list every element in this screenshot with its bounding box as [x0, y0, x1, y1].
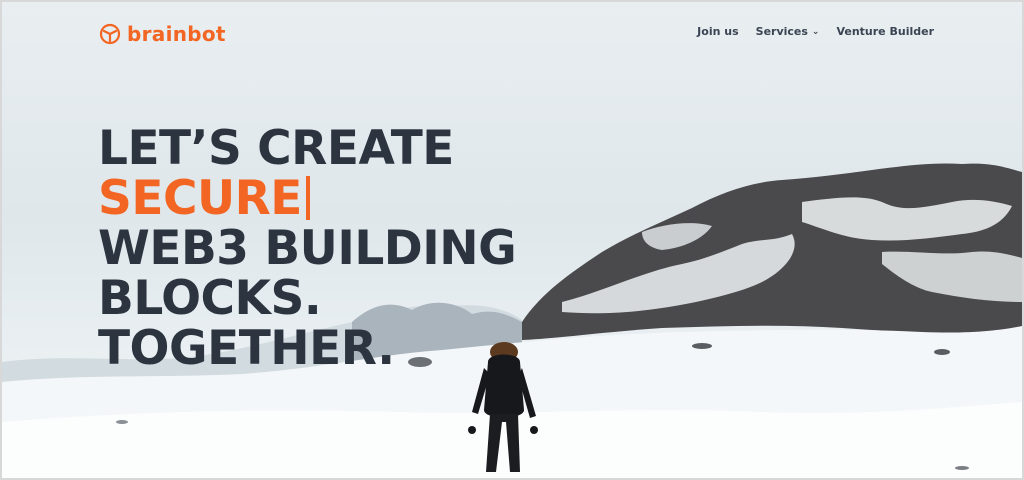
top-navigation: brainbot Join us Services ⌄ Venture Build…	[2, 2, 1022, 66]
hero-highlight-word: SECURE	[98, 171, 302, 226]
nav-services-label: Services	[755, 25, 808, 38]
main-menu: Join us Services ⌄ Venture Builder	[697, 25, 934, 38]
hero-line-5: TOGETHER.	[98, 321, 395, 376]
page-frame: brainbot Join us Services ⌄ Venture Build…	[0, 0, 1024, 480]
brand-name: brainbot	[127, 22, 226, 46]
hero-headline: LET’S CREATE SECURE WEB3 BUILDING BLOCKS…	[98, 121, 517, 376]
nav-join-us-label: Join us	[697, 25, 739, 38]
chevron-down-icon: ⌄	[811, 27, 820, 37]
hero-line-1: LET’S CREATE	[98, 121, 454, 176]
nav-services[interactable]: Services ⌄	[756, 25, 820, 38]
hero-line-3: WEB3 BUILDING	[98, 221, 517, 276]
brand-logo[interactable]: brainbot	[99, 22, 226, 46]
hero-line-2: SECURE	[98, 174, 516, 224]
hero-line-4: BLOCKS.	[98, 271, 322, 326]
nav-join-us[interactable]: Join us	[697, 25, 738, 38]
nav-venture-builder-label: Venture Builder	[836, 25, 934, 38]
typing-cursor	[305, 176, 310, 220]
brainbot-logo-icon	[99, 23, 121, 45]
nav-venture-builder[interactable]: Venture Builder	[836, 25, 934, 38]
